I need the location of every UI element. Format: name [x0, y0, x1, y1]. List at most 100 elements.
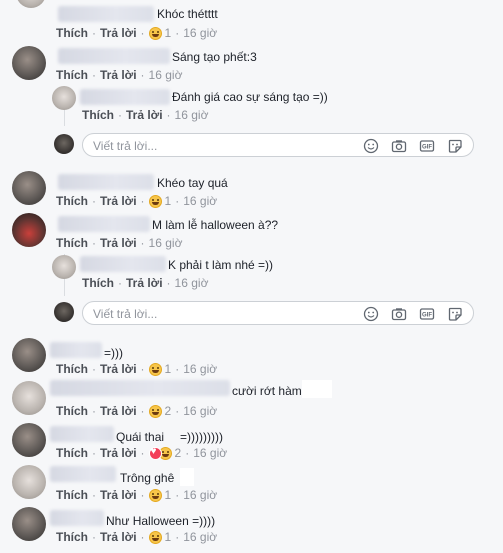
comment-text: Khóc thétttt	[157, 7, 218, 21]
comment-actions: Thích · Trả lời · 1 · 16 giờ	[56, 194, 217, 208]
reply-input[interactable]: Viết trả lời... GIF	[82, 301, 474, 325]
reply-link[interactable]: Trả lời	[100, 26, 137, 40]
timestamp[interactable]: 16 giờ	[183, 530, 217, 544]
reply-link[interactable]: Trả lời	[100, 446, 137, 460]
timestamp[interactable]: 16 giờ	[183, 404, 217, 418]
love-reaction-icon[interactable]	[148, 446, 162, 460]
avatar[interactable]	[12, 46, 46, 80]
comment-text: Sáng tạo phết:3	[172, 50, 257, 64]
reply-link[interactable]: Trả lời	[100, 68, 137, 82]
avatar[interactable]	[12, 507, 46, 541]
timestamp[interactable]: 16 giờ	[183, 362, 217, 376]
comment-text: Khéo tay quá	[157, 176, 228, 190]
haha-reaction-icon[interactable]	[148, 194, 162, 208]
comment-text: Trông ghê	[120, 471, 175, 485]
avatar[interactable]	[52, 255, 76, 279]
like-link[interactable]: Thích	[56, 530, 88, 544]
commenter-name[interactable]	[50, 342, 102, 358]
comment-text: Đánh giá cao sự sáng tạo =))	[172, 90, 328, 104]
gif-icon[interactable]: GIF	[419, 306, 435, 322]
sticker-icon[interactable]	[447, 306, 463, 322]
reply-link[interactable]: Trả lời	[100, 194, 137, 208]
like-link[interactable]: Thích	[56, 362, 88, 376]
reply-link[interactable]: Trả lời	[100, 488, 137, 502]
reaction-count[interactable]: 1	[165, 530, 172, 544]
separator: ·	[166, 108, 171, 122]
commenter-name[interactable]	[58, 216, 150, 232]
comment-actions: Thích · Trả lời · 16 giờ	[82, 276, 208, 290]
timestamp[interactable]: 16 giờ	[149, 236, 183, 250]
commenter-name[interactable]	[80, 89, 170, 105]
commenter-name[interactable]	[58, 174, 154, 190]
avatar[interactable]	[12, 171, 46, 205]
reply-link[interactable]: Trả lời	[100, 236, 137, 250]
like-link[interactable]: Thích	[56, 68, 88, 82]
timestamp[interactable]: 16 giờ	[183, 488, 217, 502]
avatar[interactable]	[12, 213, 46, 247]
like-link[interactable]: Thích	[56, 236, 88, 250]
like-link[interactable]: Thích	[82, 276, 114, 290]
like-link[interactable]: Thích	[56, 404, 88, 418]
commenter-name[interactable]	[80, 256, 166, 272]
reaction-count[interactable]: 2	[175, 446, 182, 460]
timestamp[interactable]: 16 giờ	[183, 194, 217, 208]
haha-reaction-icon[interactable]	[148, 488, 162, 502]
timestamp[interactable]: 16 giờ	[175, 108, 209, 122]
reaction-count[interactable]: 1	[165, 362, 172, 376]
reply-link[interactable]: Trả lời	[100, 404, 137, 418]
avatar[interactable]	[12, 465, 46, 499]
comment-text: cười rớt hàm	[232, 384, 302, 398]
camera-icon[interactable]	[391, 306, 407, 322]
timestamp[interactable]: 16 giờ	[183, 26, 217, 40]
reply-input[interactable]: Viết trả lời... GIF	[82, 133, 474, 157]
comment-text: =)))	[104, 346, 123, 360]
commenter-name[interactable]	[58, 6, 154, 22]
comment-actions: Thích · Trả lời · 1 · 16 giờ	[56, 362, 217, 376]
timestamp[interactable]: 16 giờ	[193, 446, 227, 460]
separator: ·	[92, 26, 96, 40]
reply-link[interactable]: Trả lời	[100, 530, 137, 544]
camera-icon[interactable]	[391, 138, 407, 154]
reply-placeholder: Viết trả lời...	[93, 307, 158, 321]
reaction-count[interactable]: 1	[165, 488, 172, 502]
reply-link[interactable]: Trả lời	[100, 362, 137, 376]
reaction-count[interactable]: 1	[165, 194, 172, 208]
avatar[interactable]	[12, 338, 46, 372]
commenter-name[interactable]	[58, 48, 170, 64]
commenter-name[interactable]	[50, 466, 116, 482]
commenter-name[interactable]	[50, 510, 104, 526]
reply-link[interactable]: Trả lời	[126, 108, 163, 122]
commenter-name[interactable]	[50, 426, 114, 442]
like-link[interactable]: Thích	[56, 194, 88, 208]
comment-actions: Thích · Trả lời · 16 giờ	[82, 108, 208, 122]
like-link[interactable]: Thích	[56, 488, 88, 502]
separator: ·	[118, 108, 122, 122]
like-link[interactable]: Thích	[56, 26, 88, 40]
emoji-icon[interactable]	[363, 138, 379, 154]
avatar[interactable]	[52, 86, 76, 110]
comment-actions: Thích · Trả lời · 1 · 16 giờ	[56, 26, 217, 40]
sticker-icon[interactable]	[447, 138, 463, 154]
like-link[interactable]: Thích	[56, 446, 88, 460]
avatar[interactable]	[12, 423, 46, 457]
avatar[interactable]	[16, 0, 46, 8]
haha-reaction-icon[interactable]	[148, 530, 162, 544]
haha-reaction-icon[interactable]	[148, 362, 162, 376]
reaction-count[interactable]: 2	[165, 404, 172, 418]
haha-reaction-icon[interactable]	[148, 26, 162, 40]
comment-text: K phải t làm nhé =))	[168, 258, 274, 272]
reply-link[interactable]: Trả lời	[126, 276, 163, 290]
separator: ·	[175, 404, 180, 418]
avatar[interactable]	[12, 381, 46, 415]
timestamp[interactable]: 16 giờ	[149, 68, 183, 82]
haha-reaction-icon[interactable]	[148, 404, 162, 418]
separator: ·	[92, 530, 96, 544]
separator: ·	[175, 362, 180, 376]
emoji-icon[interactable]	[363, 306, 379, 322]
like-link[interactable]: Thích	[82, 108, 114, 122]
reaction-count[interactable]: 1	[165, 26, 172, 40]
gif-icon[interactable]: GIF	[419, 138, 435, 154]
timestamp[interactable]: 16 giờ	[175, 276, 209, 290]
comment-actions: Thích · Trả lời · 2 · 16 giờ	[56, 446, 227, 461]
commenter-name[interactable]	[50, 380, 230, 396]
